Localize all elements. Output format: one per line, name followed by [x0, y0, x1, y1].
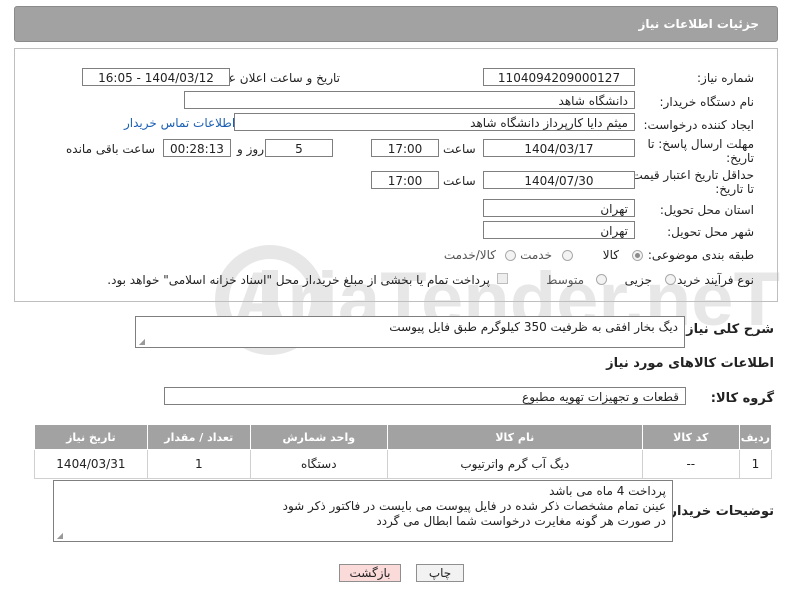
col-row: ردیف: [738, 424, 773, 450]
city-label: شهر محل تحویل:: [667, 225, 754, 239]
cell-name: دیگ آب گرم واترتیوب: [386, 449, 643, 479]
category-label: طبقه بندی موضوعی:: [647, 248, 754, 262]
items-table: ردیف کد کالا نام کالا واحد شمارش تعداد /…: [34, 424, 773, 479]
need-number-field[interactable]: 1104094209000127: [483, 68, 635, 86]
items-table-header: ردیف کد کالا نام کالا واحد شمارش تعداد /…: [34, 424, 773, 450]
category-option-goods-service: کالا/خدمت: [443, 248, 496, 262]
category-radio-goods-service[interactable]: [505, 250, 516, 261]
buyer-notes-label: توضیحات خریدار:: [664, 504, 774, 519]
process-label: نوع فرآیند خرید :: [669, 273, 754, 287]
city-field[interactable]: تهران: [483, 221, 635, 239]
cell-unit: دستگاه: [249, 449, 388, 479]
need-number-label: شماره نیاز:: [697, 71, 754, 85]
buyer-note-line: در صورت هر گونه مغایرت درخواست شما ابطال…: [376, 514, 666, 528]
goods-section-title: اطلاعات کالاهای مورد نیاز: [606, 356, 774, 371]
validity-time-field[interactable]: 17:00: [371, 171, 439, 189]
treasury-checkbox[interactable]: [497, 273, 508, 284]
buyer-note-line: عینن تمام مشخصات ذکر شده در فایل پیوست م…: [282, 499, 666, 513]
category-option-service: خدمت: [520, 248, 552, 262]
category-radio-service[interactable]: [562, 250, 573, 261]
header-panel: جزئیات اطلاعات نیاز: [14, 6, 778, 42]
remaining-label: ساعت باقی مانده: [66, 142, 156, 156]
cell-code: --: [641, 449, 740, 479]
resize-grip-icon[interactable]: ◢: [55, 532, 63, 540]
goods-group-field[interactable]: قطعات و تجهیزات تهویه مطبوع: [164, 387, 686, 405]
deadline-time-label: ساعت: [443, 142, 476, 156]
deadline-date-field[interactable]: 1404/03/17: [483, 139, 635, 157]
goods-group-label: گروه کالا:: [710, 391, 774, 406]
process-radio-medium[interactable]: [596, 274, 607, 285]
process-option-medium: متوسط: [546, 273, 584, 287]
category-option-goods: کالا: [602, 248, 619, 262]
days-field[interactable]: 5: [265, 139, 333, 157]
cell-date: 1404/03/31: [34, 449, 148, 479]
cell-row: 1: [738, 449, 773, 479]
category-radio-goods[interactable]: [632, 250, 643, 261]
validity-label-date: تا تاریخ:: [715, 182, 754, 196]
deadline-label-date: تاریخ:: [726, 151, 754, 165]
cell-qty: 1: [146, 449, 251, 479]
validity-time-label: ساعت: [443, 174, 476, 188]
buyer-note-line: پرداخت 4 ماه می باشد: [549, 484, 666, 498]
process-radio-minor[interactable]: [665, 274, 676, 285]
process-option-minor: جزیی: [624, 273, 652, 287]
province-field[interactable]: تهران: [483, 199, 635, 217]
col-code: کد کالا: [641, 424, 740, 450]
announce-datetime-field[interactable]: 1404/03/12 - 16:05: [82, 68, 230, 86]
buyer-org-field[interactable]: دانشگاه شاهد: [184, 91, 635, 109]
page-title: جزئیات اطلاعات نیاز: [638, 17, 759, 31]
creator-label: ایجاد کننده درخواست:: [643, 118, 754, 132]
province-label: استان محل تحویل:: [659, 203, 754, 217]
deadline-label: مهلت ارسال پاسخ: تا: [647, 137, 754, 151]
remaining-time-field[interactable]: 00:28:13: [163, 139, 231, 157]
col-date: تاریخ نیاز: [34, 424, 148, 450]
print-button[interactable]: چاپ: [416, 564, 464, 582]
table-row: 1 -- دیگ آب گرم واترتیوب دستگاه 1 1404/0…: [34, 449, 773, 479]
description-label: شرح کلی نیاز:: [680, 322, 774, 337]
buyer-org-label: نام دستگاه خریدار:: [659, 95, 755, 109]
col-name: نام کالا: [386, 424, 643, 450]
back-button[interactable]: بازگشت: [339, 564, 401, 582]
description-text: دیگ بخار افقی به ظرفیت 350 کیلوگرم طبق ف…: [389, 320, 678, 334]
validity-label: حداقل تاریخ اعتبار قیمت:: [627, 168, 754, 182]
contact-info-link[interactable]: اطلاعات تماس خریدار: [124, 116, 235, 130]
deadline-time-field[interactable]: 17:00: [371, 139, 439, 157]
col-unit: واحد شمارش: [249, 424, 388, 450]
buyer-notes-textarea[interactable]: پرداخت 4 ماه می باشد عینن تمام مشخصات ذک…: [53, 480, 673, 542]
creator-field[interactable]: میثم دایا کارپرداز دانشگاه شاهد: [234, 113, 635, 131]
col-qty: تعداد / مقدار: [146, 424, 251, 450]
payment-note: پرداخت تمام یا بخشی از مبلغ خرید،از محل …: [107, 273, 490, 287]
resize-grip-icon[interactable]: ◢: [137, 338, 145, 346]
validity-date-field[interactable]: 1404/07/30: [483, 171, 635, 189]
description-textarea[interactable]: دیگ بخار افقی به ظرفیت 350 کیلوگرم طبق ف…: [135, 316, 685, 348]
days-label: روز و: [237, 142, 264, 156]
